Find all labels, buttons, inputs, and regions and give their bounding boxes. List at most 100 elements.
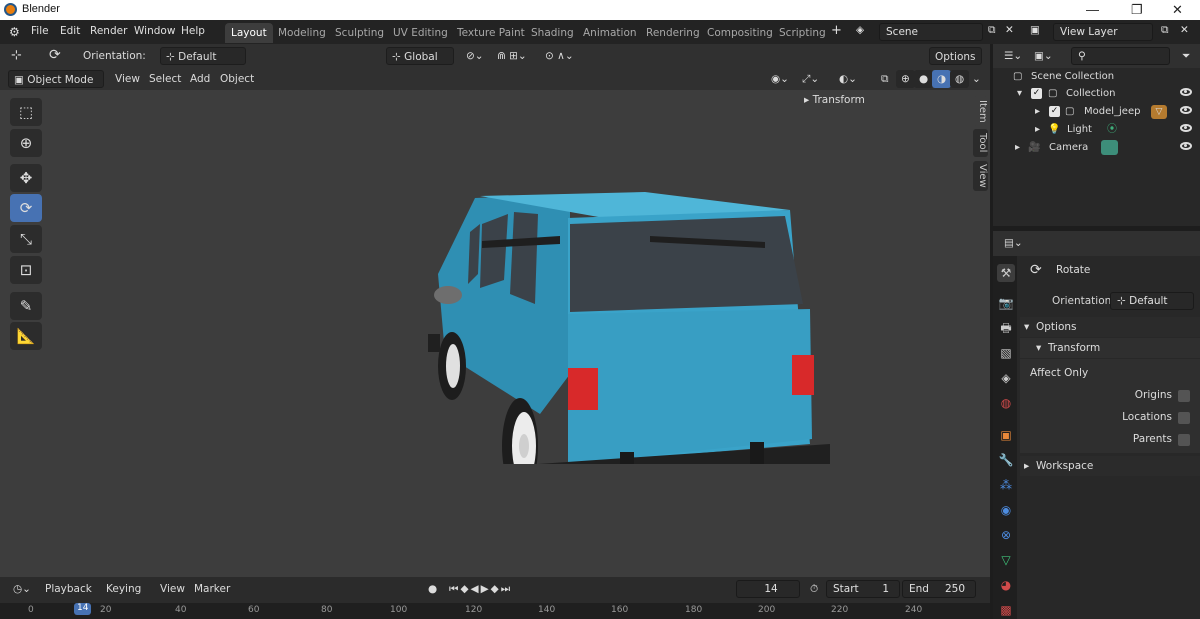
visibility-eye-icon[interactable]	[1180, 88, 1192, 96]
menu-timeline-view[interactable]: View	[155, 580, 190, 598]
add-workspace-button[interactable]: +	[831, 23, 842, 38]
output-tab-icon[interactable]: 🖶	[997, 319, 1015, 337]
move-tool[interactable]: ✥	[10, 164, 42, 192]
rotate-tool[interactable]: ⟳	[10, 194, 42, 222]
tool-tab-icon[interactable]: ⚒	[997, 264, 1015, 282]
parents-checkbox[interactable]	[1178, 434, 1190, 446]
delete-view-layer-icon[interactable]: ✕	[1180, 24, 1189, 36]
menu-window[interactable]: Window	[134, 25, 175, 37]
mode-dropdown[interactable]: ▣ Object Mode	[8, 70, 104, 88]
menu-object[interactable]: Object	[215, 70, 259, 88]
tab-animation[interactable]: Animation	[577, 23, 643, 43]
select-box-tool[interactable]: ⬚	[10, 98, 42, 126]
timeline-editor-type-icon[interactable]: ◷⌄	[8, 580, 36, 598]
transform-tool[interactable]: ⊡	[10, 256, 42, 284]
transform-subpanel-header[interactable]: ▾ Transform	[1020, 338, 1200, 358]
menu-select[interactable]: Select	[144, 70, 186, 88]
shading-material-icon[interactable]: ◑	[932, 70, 952, 88]
tab-view[interactable]: View	[973, 161, 988, 191]
maximize-button[interactable]: ❐	[1131, 2, 1143, 18]
xray-icon[interactable]: ⧉	[876, 70, 894, 88]
orientation-dropdown[interactable]: ⊹ Default	[160, 47, 246, 65]
menu-add[interactable]: Add	[185, 70, 215, 88]
locations-checkbox[interactable]	[1178, 412, 1190, 424]
outliner-row-collection[interactable]: ▾ ✓ ▢ Collection	[993, 85, 1200, 103]
filter-icon[interactable]: ⏷	[1177, 47, 1195, 65]
end-frame-field[interactable]: End 250	[902, 580, 976, 598]
render-tab-icon[interactable]: 📷	[997, 294, 1015, 312]
shading-solid-icon[interactable]: ●	[914, 70, 934, 88]
texture-tab-icon[interactable]: ▩	[997, 601, 1015, 619]
playhead[interactable]: 14	[74, 603, 92, 615]
outliner-row-light[interactable]: ▸ 💡 Light ⦿	[993, 121, 1200, 139]
tab-item[interactable]: Item	[973, 96, 988, 126]
outliner-row-camera[interactable]: ▸ 🎥 Camera	[993, 139, 1200, 157]
visibility-eye-icon[interactable]	[1180, 106, 1192, 114]
pivot-point-icon[interactable]: ⊘⌄	[461, 47, 489, 65]
clock-icon[interactable]: ⏱	[805, 580, 823, 598]
origins-checkbox[interactable]	[1178, 390, 1190, 402]
menu-view[interactable]: View	[110, 70, 145, 88]
scale-tool[interactable]: ⤡	[10, 225, 42, 253]
menu-keying[interactable]: Keying	[101, 580, 146, 598]
particles-tab-icon[interactable]: ⁂	[997, 476, 1015, 494]
measure-tool[interactable]: 📐	[10, 322, 42, 350]
workspace-panel-header[interactable]: ▸ Workspace	[1020, 456, 1200, 476]
tab-modeling[interactable]: Modeling	[272, 23, 332, 43]
menu-help[interactable]: Help	[181, 25, 205, 37]
shading-wireframe-icon[interactable]: ⊕	[896, 70, 915, 88]
close-button[interactable]: ✕	[1172, 2, 1183, 18]
tab-uv-editing[interactable]: UV Editing	[387, 23, 454, 43]
tab-tool[interactable]: Tool	[973, 129, 988, 157]
new-scene-icon[interactable]: ⧉	[988, 24, 996, 37]
include-checkbox[interactable]: ✓	[1049, 106, 1060, 117]
sidebar-transform-header[interactable]: ▸ Transform	[804, 94, 865, 106]
light-data-icon[interactable]: ⦿	[1107, 121, 1117, 139]
editor-type-icon[interactable]: ⊹	[6, 47, 27, 65]
tab-layout[interactable]: Layout	[225, 23, 273, 43]
shading-options-icon[interactable]: ⌄	[967, 70, 986, 88]
tab-texture-paint[interactable]: Texture Paint	[451, 23, 531, 43]
outliner-row-model-jeep[interactable]: ▸ ✓ ▢ Model_jeep ▽	[993, 103, 1200, 121]
menu-edit[interactable]: Edit	[60, 25, 80, 37]
scene-tab-icon[interactable]: ◈	[997, 369, 1015, 387]
options-dropdown[interactable]: Options	[929, 47, 982, 65]
playback-controls-icon[interactable]: ⏮◆◀▶◆⏭	[444, 580, 517, 598]
outliner-row-scene-collection[interactable]: ▢ Scene Collection	[993, 68, 1200, 86]
material-tab-icon[interactable]: ◕	[997, 576, 1015, 594]
rotate-tool-icon[interactable]: ⟳	[44, 46, 66, 64]
start-frame-field[interactable]: Start 1	[826, 580, 900, 598]
visibility-icon[interactable]: ◉⌄	[766, 70, 794, 88]
frame-ruler[interactable]: 0 14 20 40 60 80 100 120 140 160 180 200…	[0, 603, 990, 619]
tab-compositing[interactable]: Compositing	[701, 23, 779, 43]
gizmo-icon[interactable]: ⤢⌄	[797, 70, 824, 88]
view-layer-tab-icon[interactable]: ▧	[997, 344, 1015, 362]
visibility-eye-icon[interactable]	[1180, 124, 1192, 132]
delete-scene-icon[interactable]: ✕	[1005, 24, 1014, 36]
tab-scripting[interactable]: Scripting	[773, 23, 832, 43]
menu-marker[interactable]: Marker	[189, 580, 235, 598]
tab-sculpting[interactable]: Sculpting	[329, 23, 390, 43]
display-mode-icon[interactable]: ▣⌄	[1029, 47, 1058, 65]
menu-file[interactable]: File	[31, 25, 49, 37]
view-layer-field[interactable]: View Layer	[1053, 23, 1153, 41]
camera-data-icon[interactable]	[1101, 140, 1118, 155]
menu-render[interactable]: Render	[90, 25, 127, 37]
outliner-search-input[interactable]: ⚲	[1071, 47, 1170, 65]
mesh-filter-icon[interactable]: ▽	[1151, 105, 1167, 119]
constraints-tab-icon[interactable]: ⊗	[997, 526, 1015, 544]
tab-rendering[interactable]: Rendering	[640, 23, 706, 43]
physics-tab-icon[interactable]: ◉	[997, 501, 1015, 519]
annotate-tool[interactable]: ✎	[10, 292, 42, 320]
3d-viewport[interactable]: ⊹ ⟳ Orientation: ⊹ Default ⊹ Global ⊘⌄ ⋒…	[0, 44, 990, 577]
properties-editor-type-icon[interactable]: ▤⌄	[999, 234, 1028, 252]
scene-icon[interactable]: ◈	[856, 24, 864, 36]
cursor-tool[interactable]: ⊕	[10, 129, 42, 157]
snap-icon[interactable]: ⋒ ⊞⌄	[492, 47, 532, 65]
mesh-data-tab-icon[interactable]: ▽	[997, 551, 1015, 569]
new-view-layer-icon[interactable]: ⧉	[1161, 24, 1169, 37]
world-tab-icon[interactable]: ◍	[997, 394, 1015, 412]
outliner-editor-type-icon[interactable]: ☰⌄	[999, 47, 1027, 65]
modifier-tab-icon[interactable]: 🔧	[997, 451, 1015, 469]
minimize-button[interactable]: —	[1086, 2, 1099, 17]
